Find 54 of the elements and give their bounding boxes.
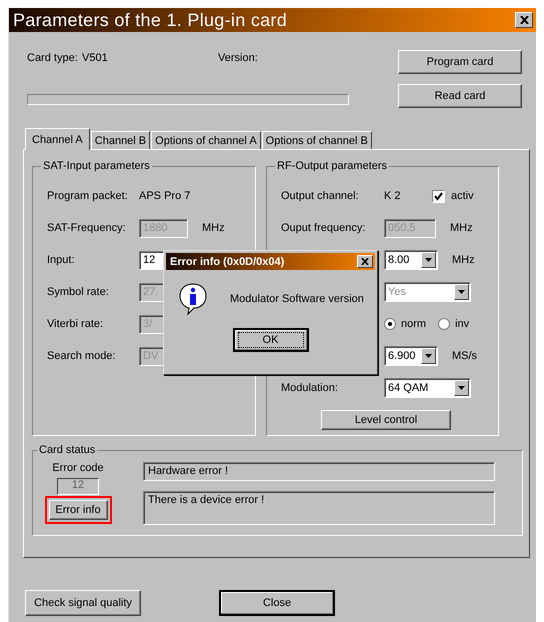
dialog-button[interactable]: Close bbox=[219, 590, 335, 616]
field-label: Symbol rate: bbox=[47, 286, 110, 298]
field-label: Search mode: bbox=[47, 350, 116, 362]
field-label: SAT-Frequency: bbox=[47, 222, 127, 234]
radio-button[interactable] bbox=[384, 318, 396, 330]
field-value: APS Pro 7 bbox=[139, 190, 190, 202]
version-label: Version: bbox=[218, 52, 258, 64]
group-title: SAT-Input parameters bbox=[42, 160, 151, 172]
unit-label: MHz bbox=[450, 222, 473, 234]
field-value: K 2 bbox=[384, 190, 402, 202]
card-type-value: V501 bbox=[82, 52, 109, 64]
action-button[interactable]: Read card bbox=[398, 84, 522, 108]
field-label: Input: bbox=[47, 254, 76, 266]
close-icon bbox=[520, 16, 528, 24]
checkbox[interactable] bbox=[432, 190, 445, 202]
tab[interactable]: Channel B bbox=[90, 131, 150, 149]
unit-label: MHz bbox=[202, 222, 225, 234]
error-details-field: There is a device error ! bbox=[143, 491, 495, 525]
check-icon bbox=[434, 192, 443, 200]
error-message-field: Hardware error ! bbox=[143, 462, 495, 481]
dropdown[interactable]: 8.00 bbox=[384, 250, 438, 270]
field-label: Output channel: bbox=[281, 190, 359, 202]
dialog-title: Error info (0x0D/0x04) bbox=[170, 256, 284, 268]
ok-button[interactable]: OK bbox=[232, 328, 308, 352]
checkbox-label: activ bbox=[451, 190, 474, 202]
card-type-label: Card type: bbox=[27, 52, 79, 64]
field-label: Modulation: bbox=[281, 382, 338, 394]
field-label: Viterbi rate: bbox=[47, 318, 104, 330]
info-icon bbox=[178, 282, 208, 316]
level-control-button[interactable]: Level control bbox=[321, 410, 451, 430]
close-icon bbox=[361, 258, 369, 265]
dialog-message: Modulator Software version bbox=[230, 293, 364, 305]
unit-label: MS/s bbox=[452, 350, 478, 362]
tab[interactable]: Options of channel B bbox=[262, 131, 372, 149]
close-button[interactable] bbox=[357, 255, 373, 268]
tab[interactable]: Options of channel A bbox=[151, 131, 261, 149]
radio-label: inv bbox=[455, 318, 470, 330]
close-button[interactable] bbox=[515, 12, 533, 28]
group-title: Card status bbox=[38, 444, 96, 456]
unit-label: MHz bbox=[452, 254, 475, 266]
action-button[interactable]: Program card bbox=[398, 50, 522, 74]
field-label: Program packet: bbox=[47, 190, 129, 202]
error-code-field: 12 bbox=[57, 478, 99, 495]
field-label: Ouput frequency: bbox=[281, 222, 366, 234]
error-code-label: Error code bbox=[52, 462, 104, 474]
error-info-button[interactable]: Error info bbox=[48, 500, 108, 520]
group-title: RF-Output parameters bbox=[276, 160, 388, 172]
dialog-button[interactable]: Check signal quality bbox=[25, 590, 141, 616]
tab[interactable]: Channel A bbox=[25, 128, 90, 150]
radio-label: norm bbox=[401, 318, 426, 330]
radio-button[interactable] bbox=[438, 318, 450, 330]
dropdown[interactable]: 64 QAM bbox=[384, 378, 471, 398]
window-title: Parameters of the 1. Plug-in card bbox=[13, 10, 288, 30]
dropdown[interactable]: 6.900 bbox=[384, 346, 438, 366]
